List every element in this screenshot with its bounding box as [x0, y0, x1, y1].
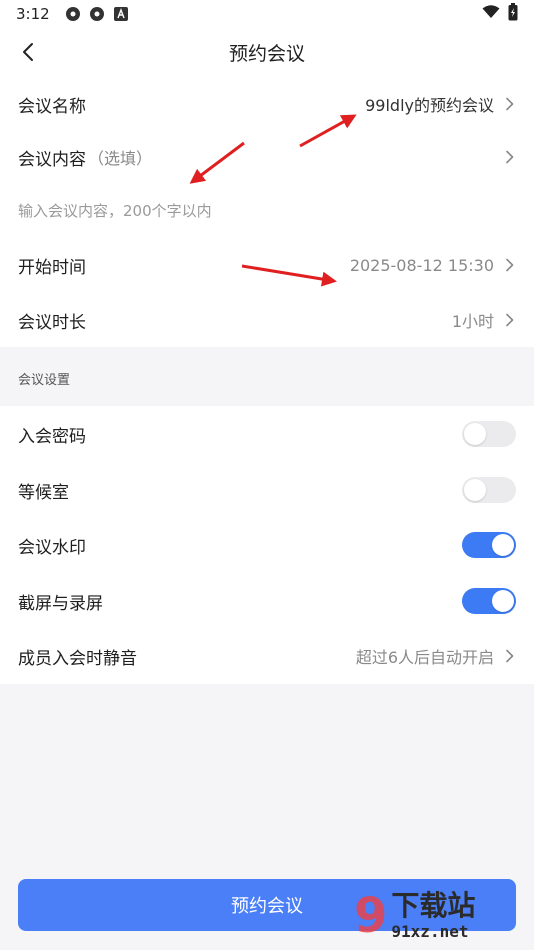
- meeting-content-input[interactable]: 输入会议内容，200个字以内: [18, 185, 516, 235]
- status-time: 3:12: [16, 5, 50, 23]
- toggle-knob: [464, 479, 486, 501]
- watermark-label: 会议水印: [18, 537, 86, 558]
- watermark-name: 下载站: [391, 889, 476, 923]
- start-time-label: 开始时间: [18, 257, 86, 278]
- password-label: 入会密码: [18, 426, 86, 447]
- chevron-right-icon: [502, 97, 516, 111]
- toggle-knob: [492, 534, 514, 556]
- mute-on-join-value: 超过6人后自动开启: [355, 648, 494, 667]
- start-time-row[interactable]: 开始时间 2025-08-12 15:30: [0, 237, 534, 293]
- watermark-row: 会议水印: [0, 517, 534, 573]
- password-toggle[interactable]: [462, 421, 516, 447]
- status-bar: 3:12: [0, 0, 534, 28]
- chevron-right-icon: [502, 258, 516, 272]
- password-row: 入会密码: [0, 406, 534, 462]
- page-title: 预约会议: [228, 42, 305, 65]
- meeting-settings-section: 入会密码 等候室 会议水印 截屏与录屏 成员入会时静音 超过6人后自动开启: [0, 406, 534, 684]
- settings-group-title: 会议设置: [18, 373, 71, 388]
- toggle-knob: [464, 423, 486, 445]
- toggle-knob: [492, 590, 514, 612]
- watermark-toggle[interactable]: [462, 532, 516, 558]
- mute-on-join-row[interactable]: 成员入会时静音 超过6人后自动开启: [0, 628, 534, 684]
- chevron-left-icon[interactable]: [14, 38, 42, 66]
- waiting-room-label: 等候室: [18, 482, 69, 503]
- chevron-right-icon: [502, 150, 516, 164]
- mute-on-join-label: 成员入会时静音: [18, 648, 137, 669]
- meeting-form-section: 会议名称 99ldly的预约会议 会议内容 （选填） 输入会议内容，200个字以…: [0, 76, 534, 347]
- site-watermark: 9 下载站 91xz.net: [354, 884, 530, 948]
- meeting-content-optional-hint: （选填）: [88, 149, 153, 168]
- chevron-right-icon: [502, 649, 516, 663]
- wifi-icon: [482, 5, 500, 23]
- waiting-room-row: 等候室: [0, 462, 534, 518]
- meeting-name-row[interactable]: 会议名称 99ldly的预约会议: [0, 76, 534, 132]
- duration-row[interactable]: 会议时长 1小时: [0, 292, 534, 348]
- watermark-logo: 9: [354, 888, 388, 944]
- duration-label: 会议时长: [18, 312, 86, 333]
- meeting-name-value: 99ldly的预约会议: [365, 96, 494, 115]
- meeting-content-row[interactable]: 会议内容 （选填）: [0, 129, 534, 185]
- waiting-room-toggle[interactable]: [462, 477, 516, 503]
- nav-bar: 预约会议: [0, 28, 534, 76]
- text-a-icon: [112, 5, 130, 23]
- settings-gear-icon: [88, 5, 106, 23]
- meeting-name-label: 会议名称: [18, 96, 86, 117]
- battery-charging-icon: [508, 3, 518, 25]
- start-time-value: 2025-08-12 15:30: [349, 255, 494, 275]
- meeting-content-label: 会议内容: [18, 149, 86, 170]
- settings-gear-icon: [64, 5, 82, 23]
- screenshot-recording-label: 截屏与录屏: [18, 593, 103, 614]
- duration-value: 1小时: [451, 312, 494, 331]
- screenshot-recording-toggle[interactable]: [462, 588, 516, 614]
- watermark-domain: 91xz.net: [391, 921, 469, 941]
- screenshot-recording-row: 截屏与录屏: [0, 573, 534, 629]
- chevron-right-icon: [502, 313, 516, 327]
